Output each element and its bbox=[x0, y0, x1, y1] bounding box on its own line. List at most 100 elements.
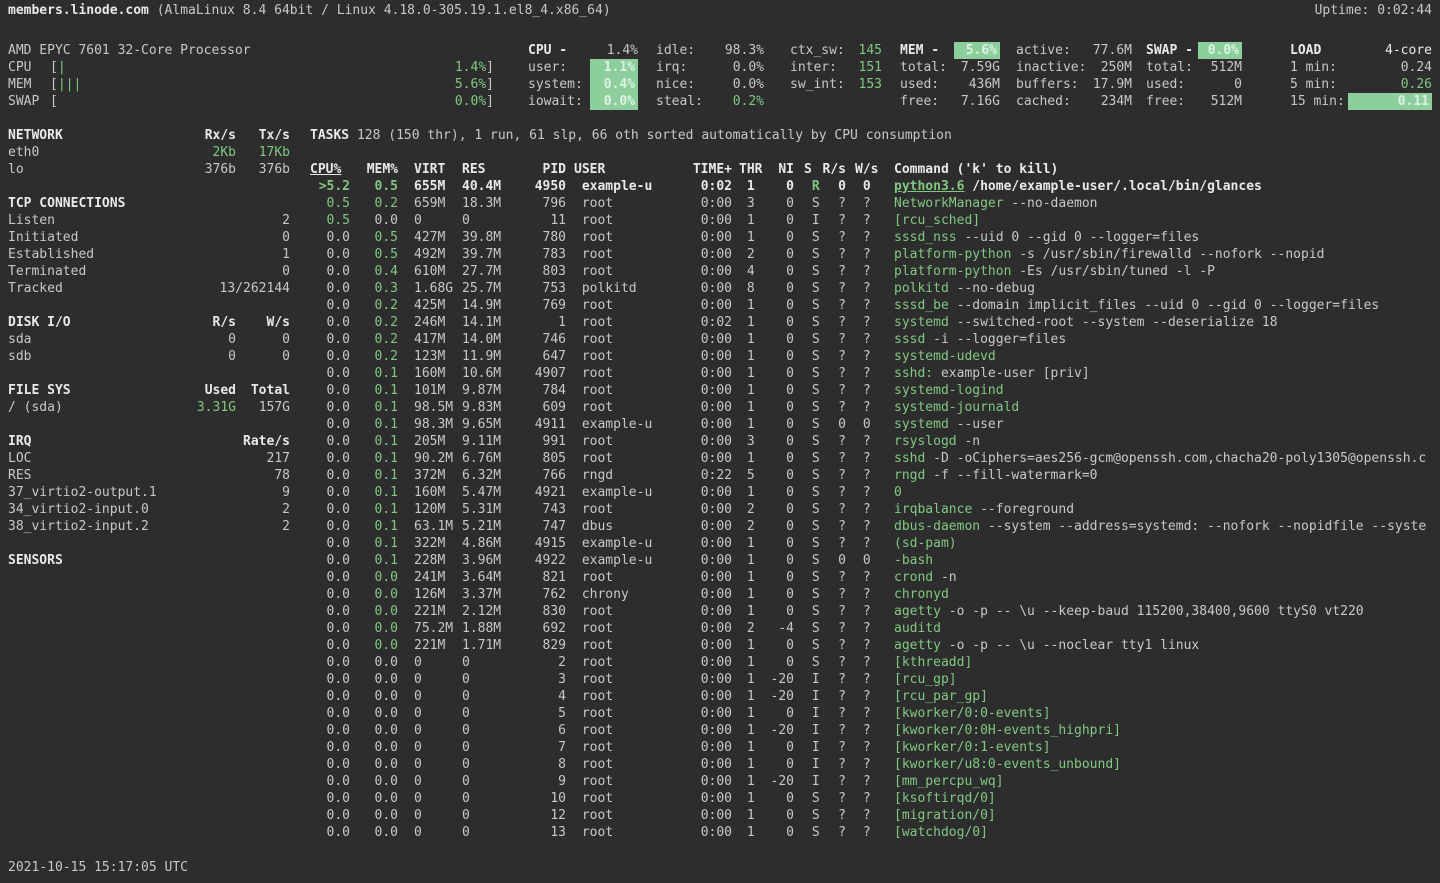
cell-nice: 0 bbox=[766, 416, 794, 433]
cell-write-rate: 0 bbox=[855, 178, 879, 195]
cell-read-rate: ? bbox=[820, 620, 846, 637]
tasks-title: TASKS bbox=[310, 128, 349, 143]
cell-user: root bbox=[574, 195, 660, 212]
cell-command: sssd -i --logger=files bbox=[894, 331, 1440, 348]
command-name: systemd bbox=[894, 315, 949, 330]
network-title: NETWORK bbox=[8, 127, 178, 144]
cell-nice: -20 bbox=[766, 773, 794, 790]
cell-thr: 4 bbox=[739, 263, 766, 280]
cell-res: 1.88M bbox=[462, 620, 518, 637]
process-row: 0.00.0241M3.64M821 root0:00 10 S? ?crond… bbox=[310, 569, 1440, 586]
cell-thr: 1 bbox=[739, 365, 766, 382]
cell-state: I bbox=[804, 212, 820, 229]
cell-read-rate: ? bbox=[820, 518, 846, 535]
tcp-stat-name: Listen bbox=[8, 212, 174, 229]
cell-time: 0:00 bbox=[660, 824, 732, 841]
command-name: platform-python bbox=[894, 247, 1011, 262]
cell-nice: 0 bbox=[766, 756, 794, 773]
cpu-stat-label: nice: bbox=[656, 76, 712, 93]
process-row: 0.00.0003 root0:00 1-20 I? ?[rcu_gp] bbox=[310, 671, 1440, 688]
cell-mem-percent: 0.5 bbox=[362, 246, 398, 263]
command-args: /home/example-user/.local/bin/glances bbox=[964, 179, 1261, 194]
cell-nice: 0 bbox=[766, 246, 794, 263]
tcp-stat-value: 0 bbox=[174, 263, 290, 280]
cell-pid: 647 bbox=[518, 348, 566, 365]
mem-stat-label: active: bbox=[1016, 42, 1088, 59]
cell-virt: 425M bbox=[414, 297, 462, 314]
cell-read-rate: ? bbox=[820, 280, 846, 297]
command-name: [rcu_gp] bbox=[894, 672, 957, 687]
cell-command: systemd --switched-root --system --deser… bbox=[894, 314, 1440, 331]
cell-pid: 743 bbox=[518, 501, 566, 518]
cell-nice: 0 bbox=[766, 195, 794, 212]
cell-command: auditd bbox=[894, 620, 1440, 637]
cell-command: sshd: example-user [priv] bbox=[894, 365, 1440, 382]
cell-write-rate: ? bbox=[855, 807, 879, 824]
cpu-stat-value: 0.0% bbox=[590, 93, 638, 110]
cpu-stat-value: 0.2% bbox=[712, 93, 764, 110]
cell-mem-percent: 0.0 bbox=[362, 212, 398, 229]
cell-cpu-percent: 0.5 bbox=[310, 195, 350, 212]
diskio-header-row: DISK I/O R/s W/s bbox=[8, 314, 290, 331]
fs-total: 157G bbox=[236, 399, 290, 416]
command-name: 0 bbox=[894, 485, 902, 500]
swap-column-1: SWAP -0.0%total:512Mused:0free:512M bbox=[1146, 42, 1242, 110]
tcp-stat-row: Tracked13/262144 bbox=[8, 280, 290, 297]
cell-cpu-percent: >5.2 bbox=[310, 178, 350, 195]
cell-user: root bbox=[574, 671, 660, 688]
mem-stat-row: free:7.16G bbox=[900, 93, 1000, 110]
quicklook-bars: CPU[|1.4%]MEM[|||5.6%]SWAP[0.0%] bbox=[8, 59, 494, 110]
cell-thr: 1 bbox=[739, 790, 766, 807]
cell-virt: 0 bbox=[414, 824, 462, 841]
cell-cpu-percent: 0.0 bbox=[310, 756, 350, 773]
command-args: -o -p -- \u --noclear tty1 linux bbox=[941, 638, 1199, 653]
cell-time: 0:00 bbox=[660, 586, 732, 603]
swap-stat-row: total:512M bbox=[1146, 59, 1242, 76]
mem-stat-label: free: bbox=[900, 93, 954, 110]
cell-pid: 6 bbox=[518, 722, 566, 739]
command-name: sssd bbox=[894, 332, 925, 347]
cell-mem-percent: 0.1 bbox=[362, 501, 398, 518]
cell-virt: 120M bbox=[414, 501, 462, 518]
load-stat-label: 5 min: bbox=[1290, 76, 1348, 93]
mem-stat-value: 17.9M bbox=[1088, 76, 1132, 93]
cell-nice: 0 bbox=[766, 450, 794, 467]
cell-nice: 0 bbox=[766, 212, 794, 229]
cell-state: S bbox=[804, 620, 820, 637]
cell-state: S bbox=[804, 416, 820, 433]
cell-time: 0:00 bbox=[660, 365, 732, 382]
cell-cpu-percent: 0.0 bbox=[310, 722, 350, 739]
cpu-stat-row: CPU -1.4% bbox=[528, 42, 638, 59]
col-write-rate: W/s bbox=[855, 161, 879, 178]
cell-pid: 4907 bbox=[518, 365, 566, 382]
usage-percent: 1.4% bbox=[455, 59, 486, 76]
cell-user: dbus bbox=[574, 518, 660, 535]
process-row: 0.00.4610M27.7M803 root0:00 40 S? ?platf… bbox=[310, 263, 1440, 280]
cell-res: 10.6M bbox=[462, 365, 518, 382]
cell-virt: 241M bbox=[414, 569, 462, 586]
cell-mem-percent: 0.1 bbox=[362, 416, 398, 433]
cell-pid: 784 bbox=[518, 382, 566, 399]
tcp-section: TCP CONNECTIONS Listen2Initiated0Establi… bbox=[8, 195, 290, 297]
command-name: rsyslogd bbox=[894, 434, 957, 449]
cpu-stat-row: sw_int:153 bbox=[790, 76, 882, 93]
cell-cpu-percent: 0.0 bbox=[310, 773, 350, 790]
cell-user: root bbox=[574, 569, 660, 586]
cell-read-rate: ? bbox=[820, 314, 846, 331]
bracket-open: [ bbox=[50, 59, 58, 76]
cell-command: [migration/0] bbox=[894, 807, 1440, 824]
filesys-rows: / (sda)3.31G157G bbox=[8, 399, 290, 416]
mem-column-2: active:77.6Minactive:250Mbuffers:17.9Mca… bbox=[1016, 42, 1132, 110]
cell-time: 0:00 bbox=[660, 603, 732, 620]
cell-res: 0 bbox=[462, 773, 518, 790]
cell-state: S bbox=[804, 433, 820, 450]
col-read-rate: R/s bbox=[820, 161, 846, 178]
command-name: chronyd bbox=[894, 587, 949, 602]
cell-cpu-percent: 0.0 bbox=[310, 280, 350, 297]
cell-virt: 90.2M bbox=[414, 450, 462, 467]
command-name: irqbalance bbox=[894, 502, 972, 517]
cell-write-rate: ? bbox=[855, 705, 879, 722]
cell-virt: 372M bbox=[414, 467, 462, 484]
col-pid: PID bbox=[518, 161, 566, 178]
cell-write-rate: ? bbox=[855, 671, 879, 688]
